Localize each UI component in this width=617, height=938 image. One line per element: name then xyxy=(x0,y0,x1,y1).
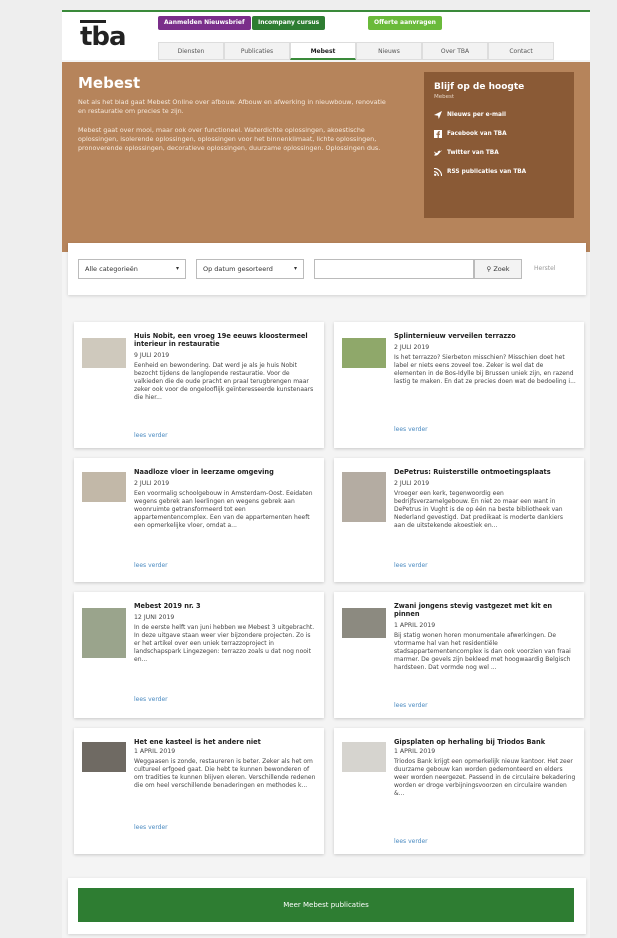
tab-publicaties[interactable]: Publicaties xyxy=(224,42,290,60)
main-nav: Diensten Publicaties Mebest Nieuws Over … xyxy=(158,42,554,60)
article-thumbnail xyxy=(342,742,386,772)
chevron-down-icon: ▾ xyxy=(175,265,179,272)
twitter-icon xyxy=(434,150,442,156)
article-card[interactable]: Naadloze vloer in leerzame omgeving 2 JU… xyxy=(74,458,324,582)
stay-updated-title: Blijf op de hoogte xyxy=(434,82,525,92)
tab-diensten[interactable]: Diensten xyxy=(158,42,224,60)
article-title[interactable]: Huis Nobit, een vroeg 19e eeuws klooster… xyxy=(134,332,316,348)
rss-label: RSS publicaties van TBA xyxy=(447,169,527,175)
site-header: tba Aanmelden Nieuwsbrief Incompany curs… xyxy=(62,10,590,60)
sort-select[interactable]: Op datum gesorteerd ▾ xyxy=(196,259,304,279)
article-thumbnail xyxy=(342,338,386,368)
read-more-link[interactable]: lees verder xyxy=(394,702,428,709)
quote-button[interactable]: Offerte aanvragen xyxy=(368,16,442,30)
article-title[interactable]: Het ene kasteel is het andere niet xyxy=(134,738,316,746)
article-date: 1 APRIL 2019 xyxy=(394,622,436,629)
article-thumbnail xyxy=(342,608,386,638)
article-card[interactable]: DePetrus: Ruisterstille ontmoetingsplaat… xyxy=(334,458,584,582)
more-publications-panel: Meer Mebest publicaties xyxy=(68,878,586,934)
article-date: 1 APRIL 2019 xyxy=(134,748,176,755)
hero-section: Mebest Net als het blad gaat Mebest Onli… xyxy=(62,62,590,252)
article-excerpt: Een voormalig schoolgebouw in Amsterdam-… xyxy=(134,490,313,529)
article-date: 1 APRIL 2019 xyxy=(394,748,436,755)
article-excerpt: Triodos Bank krijgt een opmerkelijk nieu… xyxy=(394,758,576,797)
logo[interactable]: tba xyxy=(80,22,127,52)
article-excerpt: In de eerste helft van juni hebben we Me… xyxy=(134,624,315,663)
article-card[interactable]: Splinternieuw verveilen terrazzo 2 JULI … xyxy=(334,322,584,448)
incompany-button[interactable]: Incompany cursus xyxy=(252,16,326,30)
filter-bar: Alle categorieën ▾ Op datum gesorteerd ▾… xyxy=(68,243,586,295)
sort-value: Op datum gesorteerd xyxy=(203,265,273,273)
article-excerpt: Vroeger een kerk, tegenwoordig een bedri… xyxy=(394,490,564,529)
rss-link[interactable]: RSS publicaties van TBA xyxy=(434,168,564,176)
page-title: Mebest xyxy=(78,74,141,92)
chevron-down-icon: ▾ xyxy=(293,265,297,272)
article-date: 2 JULI 2019 xyxy=(394,480,430,487)
read-more-link[interactable]: lees verder xyxy=(134,824,168,831)
article-excerpt: Weggaasen is zonde, restaureren is beter… xyxy=(134,758,316,789)
article-thumbnail xyxy=(342,472,386,522)
search-icon: ⚲ xyxy=(486,265,492,273)
read-more-link[interactable]: lees verder xyxy=(394,562,428,569)
read-more-link[interactable]: lees verder xyxy=(394,838,428,845)
tab-contact[interactable]: Contact xyxy=(488,42,554,60)
article-date: 12 JUNI 2019 xyxy=(134,614,175,621)
article-card[interactable]: Zwani jongens stevig vastgezet met kit e… xyxy=(334,592,584,718)
facebook-link[interactable]: Facebook van TBA xyxy=(434,130,564,138)
article-thumbnail xyxy=(82,338,126,368)
facebook-icon xyxy=(434,130,442,138)
tab-nieuws[interactable]: Nieuws xyxy=(356,42,422,60)
article-title[interactable]: DePetrus: Ruisterstille ontmoetingsplaat… xyxy=(394,468,576,476)
search-button-label: Zoek xyxy=(493,265,510,273)
read-more-link[interactable]: lees verder xyxy=(134,696,168,703)
twitter-label: Twitter van TBA xyxy=(447,150,499,156)
hero-description-2: Mebest gaat over mooi, maar ook over fun… xyxy=(78,126,381,152)
read-more-link[interactable]: lees verder xyxy=(134,562,168,569)
article-card[interactable]: Mebest 2019 nr. 3 12 JUNI 2019 In de eer… xyxy=(74,592,324,718)
stay-updated-box: Blijf op de hoogte Mebest Nieuws per e-m… xyxy=(424,72,574,218)
twitter-link[interactable]: Twitter van TBA xyxy=(434,149,564,157)
article-thumbnail xyxy=(82,742,126,772)
tab-over-tba[interactable]: Over TBA xyxy=(422,42,488,60)
tab-mebest[interactable]: Mebest xyxy=(290,42,356,60)
email-news-link[interactable]: Nieuws per e-mail xyxy=(434,111,564,119)
article-date: 2 JULI 2019 xyxy=(134,480,170,487)
article-title[interactable]: Gipsplaten op herhaling bij Triodos Bank xyxy=(394,738,576,746)
article-card[interactable]: Huis Nobit, een vroeg 19e eeuws klooster… xyxy=(74,322,324,448)
article-title[interactable]: Naadloze vloer in leerzame omgeving xyxy=(134,468,316,476)
search-button[interactable]: ⚲ Zoek xyxy=(474,259,522,279)
newsletter-button[interactable]: Aanmelden Nieuwsbrief xyxy=(158,16,251,30)
reset-link[interactable]: Herstel xyxy=(534,259,556,279)
more-publications-button[interactable]: Meer Mebest publicaties xyxy=(78,888,574,922)
hero-description: Net als het blad gaat Mebest Online over… xyxy=(78,98,386,115)
article-excerpt: Eenheid en bewondering. Dat werd je als … xyxy=(134,362,314,401)
email-news-label: Nieuws per e-mail xyxy=(447,112,506,118)
article-title[interactable]: Zwani jongens stevig vastgezet met kit e… xyxy=(394,602,576,618)
article-excerpt: Bij statig wonen horen monumentale afwer… xyxy=(394,632,571,671)
stay-updated-subtitle: Mebest xyxy=(434,94,455,100)
article-excerpt: Is het terrazzo? Sierbeton misschien? Mi… xyxy=(394,354,576,385)
article-thumbnail xyxy=(82,608,126,658)
article-title[interactable]: Mebest 2019 nr. 3 xyxy=(134,602,316,610)
article-title[interactable]: Splinternieuw verveilen terrazzo xyxy=(394,332,576,340)
category-select[interactable]: Alle categorieën ▾ xyxy=(78,259,186,279)
category-value: Alle categorieën xyxy=(85,265,138,273)
rss-icon xyxy=(434,168,442,176)
facebook-label: Facebook van TBA xyxy=(447,131,507,137)
send-icon xyxy=(434,111,442,119)
search-input[interactable] xyxy=(314,259,474,279)
article-date: 2 JULI 2019 xyxy=(394,344,430,351)
article-card[interactable]: Het ene kasteel is het andere niet 1 APR… xyxy=(74,728,324,854)
article-thumbnail xyxy=(82,472,126,502)
read-more-link[interactable]: lees verder xyxy=(394,426,428,433)
article-date: 9 JULI 2019 xyxy=(134,352,170,359)
article-card[interactable]: Gipsplaten op herhaling bij Triodos Bank… xyxy=(334,728,584,854)
read-more-link[interactable]: lees verder xyxy=(134,432,168,439)
